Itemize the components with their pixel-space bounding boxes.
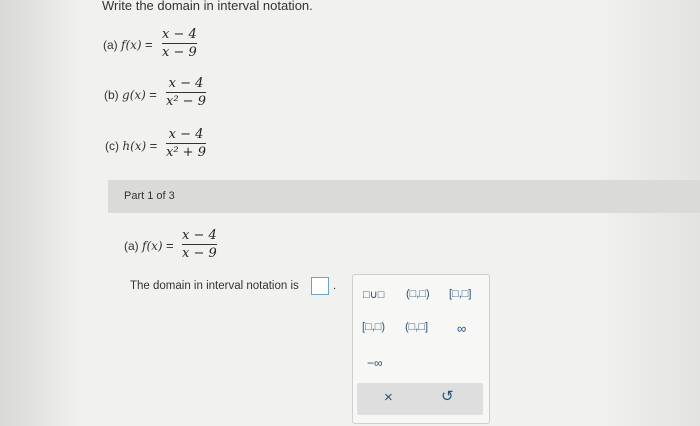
denominator: x − 9 bbox=[162, 45, 197, 60]
answer-prompt: The domain in interval notation is bbox=[130, 280, 299, 292]
function-var: (x) bbox=[146, 239, 163, 253]
numerator: x − 4 bbox=[182, 228, 217, 243]
background-shade bbox=[0, 0, 700, 426]
function-name: h bbox=[122, 139, 131, 153]
answer-period: . bbox=[333, 280, 337, 292]
part-header-band bbox=[108, 180, 700, 213]
denominator: x − 9 bbox=[182, 246, 217, 261]
infinity-key[interactable]: ∞ bbox=[457, 321, 466, 336]
function-var: (x) bbox=[125, 38, 142, 52]
denominator: x² − 9 bbox=[166, 94, 206, 109]
problem-label: (a) bbox=[124, 239, 139, 253]
numerator: x − 4 bbox=[168, 76, 204, 91]
function-var: (x) bbox=[129, 88, 146, 102]
union-key[interactable]: □∪□ bbox=[363, 288, 384, 301]
fraction-a: x − 4 x − 9 bbox=[162, 27, 197, 60]
open-interval-key[interactable]: (□,□) bbox=[406, 288, 430, 300]
problem-a: (a) f(x) = bbox=[103, 37, 153, 52]
instruction-text: Write the domain in interval notation. bbox=[102, 0, 313, 13]
half-open-left-key[interactable]: (□,□] bbox=[405, 321, 428, 333]
problem-label: (a) bbox=[103, 38, 118, 52]
part-fraction: x − 4 x − 9 bbox=[182, 228, 217, 261]
problem-label: (b) bbox=[104, 88, 119, 102]
numerator: x − 4 bbox=[168, 127, 204, 142]
denominator: x² + 9 bbox=[166, 145, 206, 160]
palette-footer bbox=[357, 383, 483, 415]
undo-icon[interactable]: ↺ bbox=[441, 387, 454, 405]
negative-infinity-key[interactable]: −∞ bbox=[367, 356, 383, 370]
answer-input[interactable] bbox=[311, 277, 329, 295]
part-problem: (a) f(x) = bbox=[124, 238, 174, 253]
closed-interval-key[interactable]: [□,□] bbox=[449, 288, 471, 300]
fraction-c: x − 4 x² + 9 bbox=[166, 127, 206, 160]
problem-b: (b) g(x) = bbox=[104, 87, 157, 102]
problem-c: (c) h(x) = bbox=[105, 138, 158, 153]
function-name: g bbox=[122, 88, 130, 102]
function-var: (x) bbox=[130, 139, 147, 153]
numerator: x − 4 bbox=[162, 27, 197, 42]
problem-label: (c) bbox=[105, 139, 119, 153]
fraction-b: x − 4 x² − 9 bbox=[166, 76, 206, 109]
part-title: Part 1 of 3 bbox=[124, 190, 175, 202]
half-open-right-key[interactable]: [□,□) bbox=[362, 321, 385, 333]
clear-button[interactable]: × bbox=[384, 389, 393, 406]
